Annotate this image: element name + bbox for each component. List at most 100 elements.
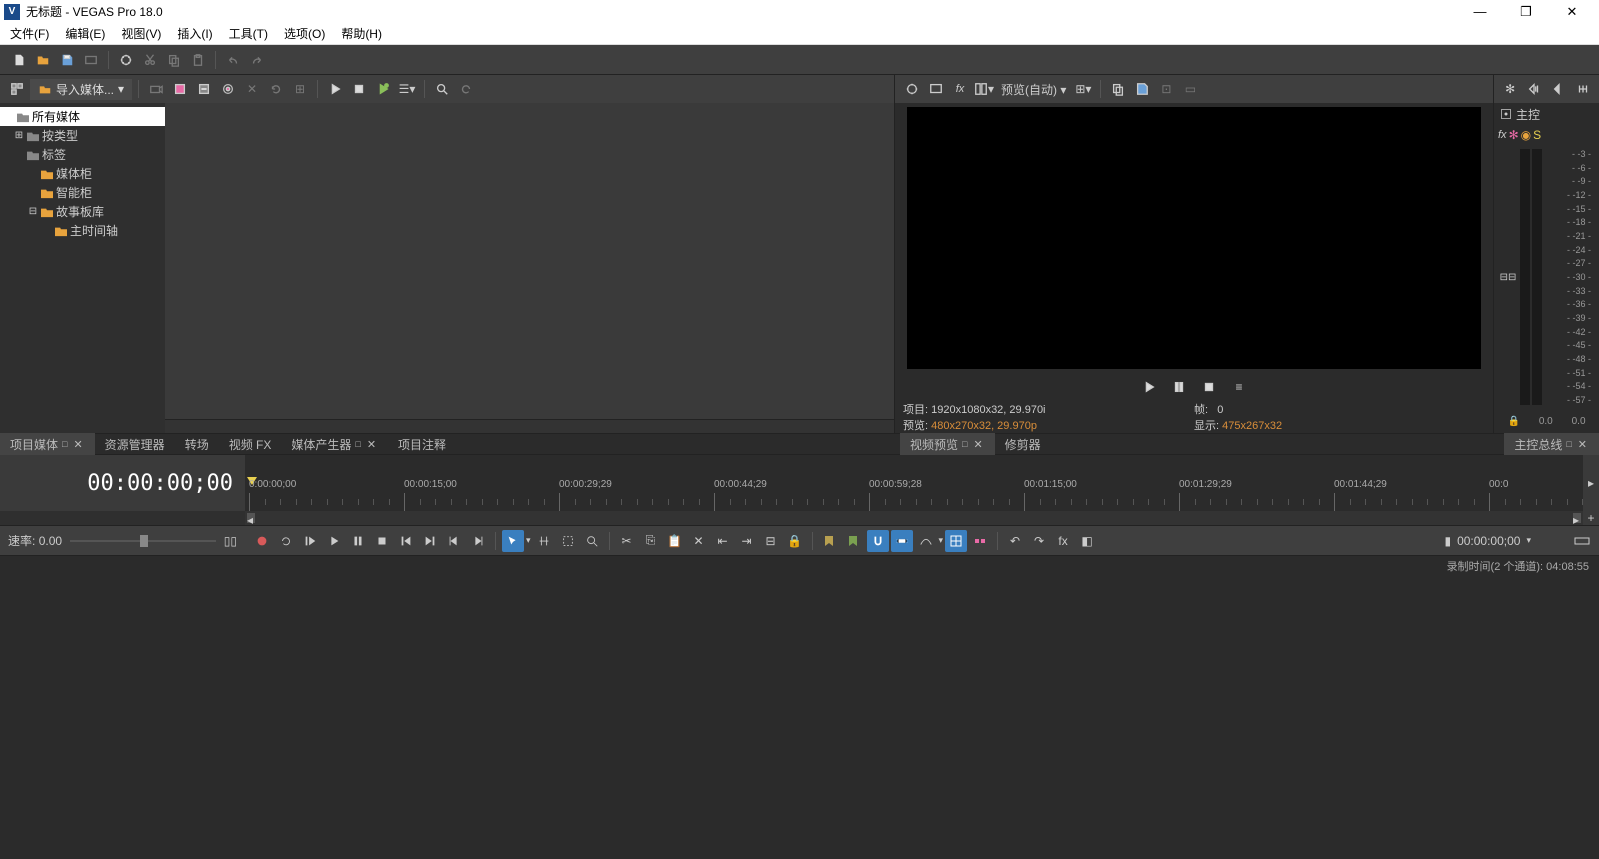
master-mute-icon[interactable] <box>1548 78 1570 100</box>
zoom-tool-icon[interactable] <box>581 530 603 552</box>
preview-fx-icon[interactable]: fx <box>949 78 971 100</box>
tab-project-media[interactable]: 项目媒体 □ ✕ <box>0 433 95 456</box>
preview-copy-icon[interactable] <box>1107 78 1129 100</box>
timeline-hscrollbar[interactable]: ◂ ▸ <box>245 511 1583 525</box>
normal-edit-tool-icon[interactable] <box>502 530 524 552</box>
redo-icon[interactable] <box>246 49 268 71</box>
record-icon[interactable] <box>251 530 273 552</box>
pause-icon[interactable] <box>347 530 369 552</box>
get-media-icon[interactable] <box>169 78 191 100</box>
play-from-start-icon[interactable] <box>299 530 321 552</box>
marker-out-icon[interactable] <box>843 530 865 552</box>
media-stop-icon[interactable] <box>348 78 370 100</box>
tab-trimmer[interactable]: 修剪器 <box>995 433 1051 456</box>
tree-storyboard[interactable]: ⊟故事板库 <box>0 202 165 221</box>
snap-icon[interactable] <box>867 530 889 552</box>
close-button[interactable]: ✕ <box>1549 0 1595 23</box>
undo-icon[interactable] <box>222 49 244 71</box>
split-icon[interactable]: ⊟ <box>760 530 782 552</box>
media-hscrollbar[interactable] <box>165 419 894 433</box>
meter-left[interactable] <box>1520 149 1530 405</box>
rate-control[interactable]: 速率: 0.00 ▯▯ <box>0 532 245 549</box>
new-icon[interactable] <box>8 49 30 71</box>
tab-master-bus[interactable]: 主控总线 □ ✕ <box>1504 433 1599 456</box>
properties-icon[interactable] <box>115 49 137 71</box>
preview-stop-icon[interactable] <box>1198 376 1220 398</box>
minimize-button[interactable]: — <box>1457 0 1503 23</box>
loop-region-icon[interactable] <box>1571 530 1593 552</box>
menu-tools[interactable]: 工具(T) <box>223 23 274 44</box>
tab-close-icon[interactable]: ✕ <box>1576 438 1589 451</box>
preview-quality-dropdown[interactable]: 预览(自动) ▾ <box>997 81 1070 98</box>
menu-insert[interactable]: 插入(I) <box>171 23 218 44</box>
go-start-icon[interactable] <box>395 530 417 552</box>
cut-tl-icon[interactable]: ✂ <box>616 530 638 552</box>
tree-smart[interactable]: 智能柜 <box>0 183 165 202</box>
stereo-icon[interactable]: ⊟⊟ <box>1500 272 1517 283</box>
marker-in-icon[interactable] <box>819 530 841 552</box>
fx-mute-icon[interactable]: ◉ <box>1521 128 1531 142</box>
prev-frame-icon[interactable] <box>443 530 465 552</box>
lock-tl-icon[interactable]: 🔒 <box>784 530 806 552</box>
media-back-icon[interactable] <box>455 78 477 100</box>
tab-close-icon[interactable]: ✕ <box>971 438 984 451</box>
media-autoplay-icon[interactable] <box>372 78 394 100</box>
media-refresh-icon[interactable] <box>265 78 287 100</box>
preview-play-icon[interactable] <box>1138 376 1160 398</box>
menu-file[interactable]: 文件(F) <box>4 23 55 44</box>
fx-icon[interactable]: fx <box>1498 129 1507 141</box>
rate-toggle-icon[interactable]: ▯▯ <box>224 534 237 548</box>
media-fx-icon[interactable] <box>217 78 239 100</box>
redo-tl-icon[interactable]: ↷ <box>1028 530 1050 552</box>
tree-main-timeline[interactable]: 主时间轴 <box>0 221 165 240</box>
paste-icon[interactable] <box>187 49 209 71</box>
preview-external-icon[interactable] <box>925 78 947 100</box>
remove-media-icon[interactable] <box>193 78 215 100</box>
rate-slider[interactable] <box>70 536 216 546</box>
trim-start-icon[interactable]: ⇤ <box>712 530 734 552</box>
tab-explorer[interactable]: 资源管理器 <box>95 433 175 456</box>
trim-end-icon[interactable]: ⇥ <box>736 530 758 552</box>
tree-tags[interactable]: 标签 <box>0 145 165 164</box>
paste-tl-icon[interactable]: 📋 <box>664 530 686 552</box>
event-fx-icon[interactable]: fx <box>1052 530 1074 552</box>
open-icon[interactable] <box>32 49 54 71</box>
media-play-icon[interactable] <box>324 78 346 100</box>
preview-video-area[interactable] <box>907 107 1481 369</box>
tree-all-media[interactable]: 所有媒体 <box>0 107 165 126</box>
menu-help[interactable]: 帮助(H) <box>335 23 388 44</box>
timeline-timecode[interactable]: ▮ 00:00:00;00 ▾ <box>1436 534 1539 548</box>
auto-crossfade-icon[interactable] <box>915 530 937 552</box>
lock-icon[interactable]: 🔒 <box>1507 416 1519 427</box>
next-frame-icon[interactable] <box>467 530 489 552</box>
media-content-area[interactable] <box>165 103 894 433</box>
menu-options[interactable]: 选项(O) <box>278 23 331 44</box>
copy-icon[interactable] <box>163 49 185 71</box>
save-icon[interactable] <box>56 49 78 71</box>
tree-bins[interactable]: 媒体柜 <box>0 164 165 183</box>
master-properties-icon[interactable]: ✻ <box>1499 78 1521 100</box>
capture-icon[interactable] <box>145 78 167 100</box>
envelope-tool-icon[interactable] <box>557 530 579 552</box>
media-view-icon[interactable] <box>6 78 28 100</box>
media-tree[interactable]: 所有媒体 ⊞按类型 标签 媒体柜 智能柜 ⊟故事板库 主时间轴 <box>0 103 165 433</box>
media-list-icon[interactable]: ☰▾ <box>396 78 418 100</box>
tab-close-icon[interactable]: ✕ <box>365 438 378 451</box>
preview-save-icon[interactable] <box>1131 78 1153 100</box>
tab-video-preview[interactable]: 视频预览 □ ✕ <box>900 433 995 456</box>
media-search-icon[interactable] <box>431 78 453 100</box>
copy-tl-icon[interactable]: ⎘ <box>640 530 662 552</box>
ripple-edit-icon[interactable] <box>969 530 991 552</box>
import-media-button[interactable]: 导入媒体... ▾ <box>30 79 132 100</box>
tab-transitions[interactable]: 转场 <box>175 433 219 456</box>
cut-icon[interactable] <box>139 49 161 71</box>
menu-view[interactable]: 视图(V) <box>115 23 167 44</box>
master-dim-icon[interactable] <box>1523 78 1545 100</box>
auto-ripple-icon[interactable] <box>891 530 913 552</box>
preview-menu-icon[interactable]: ≡ <box>1228 376 1250 398</box>
timeline-marker-button[interactable]: ▸ <box>1583 455 1599 511</box>
media-close-icon[interactable]: ✕ <box>241 78 263 100</box>
undo-tl-icon[interactable]: ↶ <box>1004 530 1026 552</box>
quantize-icon[interactable] <box>945 530 967 552</box>
scroll-thumb-right[interactable]: ▸ <box>1573 513 1581 523</box>
